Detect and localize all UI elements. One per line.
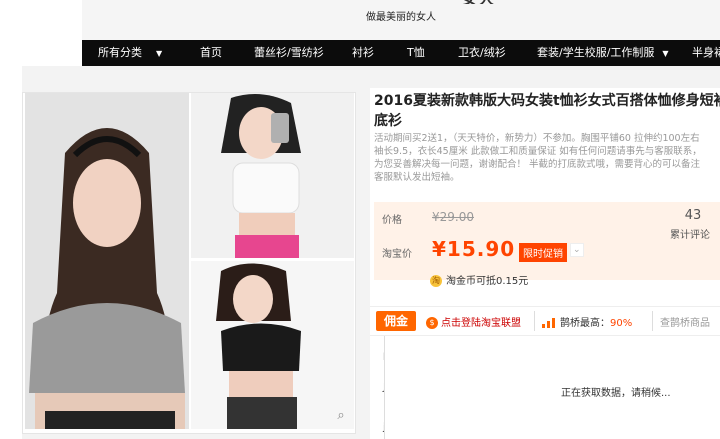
divider [652, 311, 653, 331]
rate-label: 鹊桥最高： [560, 318, 610, 329]
nav-hoodies[interactable]: 卫衣/绒衫 [458, 40, 506, 66]
rate-value: 90% [610, 318, 633, 329]
nav-shirts[interactable]: 衬衫 [352, 40, 374, 66]
side-strip: k J j [370, 336, 389, 439]
price-panel: 价格 ¥29.00 淘宝价 ¥15.90 限时促销 ⌄ 43 累计评论 [374, 202, 720, 280]
header-banner: 女人 做最美丽的女人 [82, 0, 720, 40]
review-label[interactable]: 累计评论 [670, 226, 710, 241]
category-nav: 所有分类 ▼ 首页 蕾丝衫/雪纺衫 衬衫 T恤 卫衣/绒衫 套装/学生校服/工作制… [82, 40, 720, 66]
loading-text: 正在获取数据，请稍候... [561, 388, 671, 399]
promo-line: 活动期间买2送1，（天天特价，新势力）不参加。胸围平铺60 拉伸约100左右 [374, 133, 700, 144]
commission-tab[interactable]: 佣金 [376, 311, 416, 331]
main-product-photo[interactable] [25, 93, 189, 429]
commission-rate: 鹊桥最高：90% [542, 314, 632, 329]
loading-popup: 正在获取数据，请稍候... [384, 336, 720, 439]
product-photo-black[interactable]: ⌕ [191, 261, 354, 429]
commission-bar: 佣金 $ 点击登陆淘宝联盟 鹊桥最高：90% 查鹊桥商品 [370, 306, 720, 336]
nav-home[interactable]: 首页 [200, 40, 222, 66]
promo-line: 为您妥善解决每一问题，谢谢配合！ 半截的打底款式哦，需要背心的可以备注 [374, 159, 701, 170]
model-photo-main [25, 93, 189, 429]
money-icon: $ [426, 317, 438, 329]
model-photo-black [191, 261, 354, 429]
promo-badge[interactable]: 限时促销 [519, 243, 567, 262]
nav-lace-chiffon[interactable]: 蕾丝衫/雪纺衫 [254, 40, 324, 66]
product-title-cont: 底衫 [374, 113, 402, 129]
divider [534, 311, 535, 331]
taobao-price-label: 淘宝价 [382, 249, 412, 260]
nav-skirts[interactable]: 半身裙 [692, 40, 720, 66]
product-title: 2016夏装新款韩版大码女装t恤衫女式百搭体恤修身短袖 [374, 93, 720, 109]
promo-line: 袖长9.5，衣长45厘米 此款做工和质量保证 如有任何问题请事先与客服联系， [374, 146, 702, 157]
page-left-margin [0, 66, 22, 439]
model-photo-white [191, 93, 354, 258]
original-price: ¥29.00 [432, 210, 474, 224]
promo-line: 客服默认发出短袖。 [374, 172, 460, 183]
coin-text: 淘金币可抵0.15元 [446, 276, 529, 287]
nav-item-label: 所有分类 [98, 46, 142, 59]
review-count[interactable]: 43 [668, 208, 718, 223]
alliance-login-link[interactable]: $ 点击登陆淘宝联盟 [426, 314, 521, 329]
brand-logo-partial: 女人 [462, 0, 642, 4]
coin-icon: 淘 [430, 275, 442, 287]
chevron-down-icon[interactable]: ⌄ [570, 243, 584, 257]
current-price: ¥15.90 [432, 237, 516, 261]
brand-slogan: 做最美丽的女人 [366, 12, 436, 23]
product-photo-white[interactable] [191, 93, 354, 258]
nav-tshirts[interactable]: T恤 [407, 40, 425, 66]
taobao-coin-row: 淘淘金币可抵0.15元 [430, 272, 528, 287]
alliance-login-text: 点击登陆淘宝联盟 [441, 318, 521, 329]
zoom-icon[interactable]: ⌕ [332, 407, 350, 425]
caret-down-icon: ▼ [662, 49, 669, 58]
price-label: 价格 [382, 215, 402, 226]
nav-sets-uniforms[interactable]: 套装/学生校服/工作制服 ▼ [537, 40, 669, 66]
query-products-link[interactable]: 查鹊桥商品 [660, 314, 710, 329]
bar-chart-icon [542, 318, 555, 328]
product-gallery: ⌕ [22, 92, 356, 434]
page-left-gutter [0, 0, 82, 66]
nav-item-label: 套装/学生校服/工作制服 [537, 46, 655, 59]
caret-down-icon: ▼ [156, 49, 163, 58]
nav-all-categories[interactable]: 所有分类 ▼ [98, 40, 162, 66]
promo-description: 活动期间买2送1，（天天特价，新势力）不参加。胸围平铺60 拉伸约100左右 袖… [374, 132, 720, 184]
